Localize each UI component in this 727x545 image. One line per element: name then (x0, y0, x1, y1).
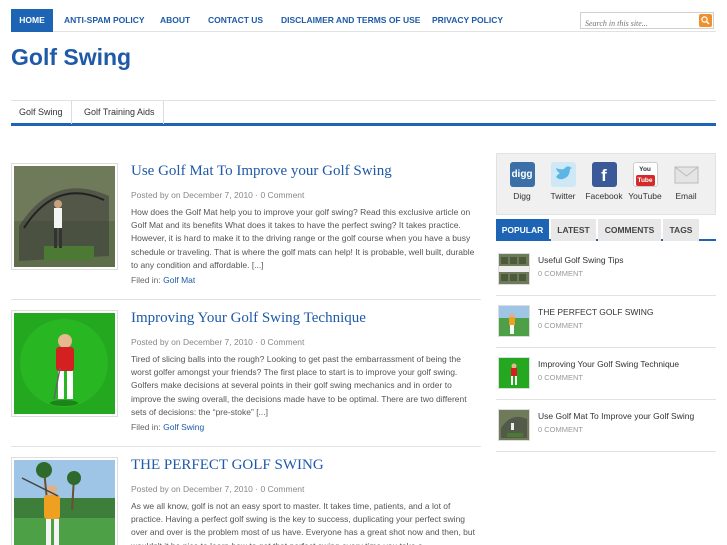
sidebar-post-thumbnail[interactable] (498, 357, 530, 389)
subnav-golf-training-aids[interactable]: Golf Training Aids (76, 101, 164, 124)
filed-label: Filed in: (131, 422, 161, 432)
sidebar-post-title[interactable]: Use Golf Mat To Improve your Golf Swing (538, 411, 694, 421)
divider (11, 299, 481, 300)
social-label: Email (675, 191, 697, 201)
nav-home[interactable]: Home (11, 9, 53, 32)
post-excerpt: How does the Golf Mat help you to improv… (131, 207, 475, 270)
search-icon (701, 16, 710, 25)
sidebar-post-comments: 0 Comment (538, 269, 583, 278)
social-digg[interactable]: digg Digg (502, 162, 542, 201)
post-thumbnail[interactable] (11, 457, 118, 545)
divider (11, 446, 481, 447)
tab-popular[interactable]: Popular (496, 219, 549, 241)
post-filed-in: Filed in: Golf Mat (131, 275, 195, 285)
divider (496, 347, 716, 348)
post: Use Golf Mat To Improve your Golf Swing … (11, 163, 481, 303)
sidebar-post-thumbnail[interactable] (498, 253, 530, 285)
social-label: Facebook (585, 191, 623, 201)
nav-about[interactable]: About (160, 9, 190, 32)
post-filed-in: Filed in: Golf Swing (131, 422, 204, 432)
nav-contact-us[interactable]: Contact Us (208, 9, 263, 32)
sidebar-post-comments: 0 Comment (538, 321, 583, 330)
divider (496, 451, 716, 452)
search-input[interactable] (581, 16, 697, 31)
social-twitter[interactable]: Twitter (543, 162, 583, 201)
digg-icon: digg (509, 162, 535, 187)
sidebar-post-title[interactable]: Improving Your Golf Swing Technique (538, 359, 679, 369)
social-label: Twitter (550, 191, 576, 201)
post-meta: Posted by on December 7, 2010 · 0 Commen… (131, 484, 305, 494)
social-links: digg Digg Twitter f Facebook You Tube You… (496, 153, 716, 215)
sidebar-post-comments: 0 Comment (538, 425, 583, 434)
divider (496, 399, 716, 400)
post-excerpt: As we all know, golf is not an easy spor… (131, 501, 475, 545)
sidebar-post-thumbnail[interactable] (498, 305, 530, 337)
post-thumbnail[interactable] (11, 310, 118, 417)
twitter-icon (550, 162, 576, 187)
social-youtube[interactable]: You Tube YouTube (625, 162, 665, 201)
tab-comments[interactable]: Comments (598, 219, 661, 241)
category-link[interactable]: Golf Mat (163, 275, 195, 285)
site-title[interactable]: Golf Swing (11, 44, 131, 71)
nav-privacy-policy[interactable]: Privacy Policy (432, 9, 503, 32)
youtube-icon: You Tube (632, 162, 658, 187)
post-meta: Posted by on December 7, 2010 · 0 Commen… (131, 337, 305, 347)
golfer-course-image (14, 460, 115, 545)
sidebar-post-comments: 0 Comment (538, 373, 583, 382)
golfer-technique-image (14, 313, 115, 414)
nav-anti-spam-policy[interactable]: Anti-Spam Policy (64, 9, 145, 32)
search-button[interactable] (699, 14, 712, 27)
post: THE PERFECT GOLF SWING Posted by on Dece… (11, 457, 481, 545)
category-link[interactable]: Golf Swing (163, 422, 204, 432)
email-icon (673, 162, 699, 187)
post-excerpt: Tired of slicing balls into the rough? L… (131, 354, 467, 417)
social-label: Digg (513, 191, 531, 201)
post-thumbnail[interactable] (11, 163, 118, 270)
social-email[interactable]: Email (666, 162, 706, 201)
post: Improving Your Golf Swing Technique Post… (11, 310, 481, 450)
social-label: YouTube (628, 191, 662, 201)
tab-tags[interactable]: Tags (663, 219, 699, 241)
post-title[interactable]: THE PERFECT GOLF SWING (131, 457, 324, 474)
sidebar-post-thumbnail[interactable] (498, 409, 530, 441)
filed-label: Filed in: (131, 275, 161, 285)
nav-disclaimer[interactable]: Disclaimer and Terms of Use (281, 9, 420, 32)
post-title[interactable]: Use Golf Mat To Improve your Golf Swing (131, 163, 392, 180)
sidebar-tabs: Popular Latest Comments Tags (496, 219, 716, 241)
sub-nav: Golf Swing Golf Training Aids (11, 100, 716, 126)
divider (496, 295, 716, 296)
post-meta: Posted by on December 7, 2010 · 0 Commen… (131, 190, 305, 200)
social-facebook[interactable]: f Facebook (584, 162, 624, 201)
facebook-icon: f (591, 162, 617, 187)
post-title[interactable]: Improving Your Golf Swing Technique (131, 310, 366, 327)
sidebar-post-title[interactable]: Useful Golf Swing Tips (538, 255, 624, 265)
golf-mat-image (14, 166, 115, 267)
sidebar-post-title[interactable]: THE PERFECT GOLF SWING (538, 307, 654, 317)
subnav-golf-swing[interactable]: Golf Swing (11, 101, 72, 124)
tab-latest[interactable]: Latest (551, 219, 596, 241)
search-box (580, 12, 714, 31)
